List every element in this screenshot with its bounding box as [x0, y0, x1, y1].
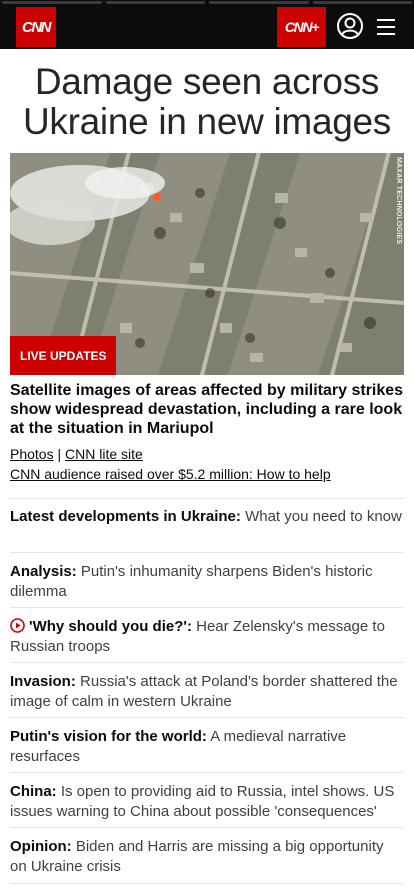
top-navigation-bar: CNN CNN+: [0, 0, 414, 49]
divider: [10, 662, 404, 663]
story-item[interactable]: China: Is open to providing aid to Russi…: [10, 782, 404, 822]
story-item[interactable]: Analysis: Putin's inhumanity sharpens Bi…: [10, 562, 404, 602]
cnn-logo[interactable]: CNN: [16, 7, 56, 47]
secondary-links: Photos | CNN lite site: [10, 445, 143, 463]
how-to-help-link[interactable]: CNN audience raised over $5.2 million: H…: [10, 465, 331, 483]
divider: [10, 827, 404, 828]
story-item-video[interactable]: 'Why should you die?': Hear Zelensky's m…: [10, 617, 404, 657]
story-label: China:: [10, 783, 57, 800]
story-item[interactable]: Putin's vision for the world: A medieval…: [10, 727, 404, 767]
story-label: Opinion:: [10, 838, 72, 855]
play-circle-icon: [10, 618, 25, 633]
live-updates-badge[interactable]: LIVE UPDATES: [10, 336, 117, 375]
story-label: Invasion:: [10, 673, 76, 690]
main-headline[interactable]: Damage seen across Ukraine in new images: [10, 62, 404, 142]
divider: [10, 552, 404, 553]
story-item[interactable]: Invasion: Russia's attack at Poland's bo…: [10, 672, 404, 712]
cnn-plus-button[interactable]: CNN+: [277, 7, 326, 47]
hamburger-menu-icon[interactable]: [372, 13, 400, 41]
story-label: 'Why should you die?':: [29, 618, 192, 635]
link-separator: |: [57, 446, 62, 462]
story-label: Analysis:: [10, 563, 77, 580]
divider: [10, 498, 404, 499]
story-text: Is open to providing aid to Russia, inte…: [10, 783, 395, 820]
story-progress-bar: [0, 0, 414, 5]
photos-link[interactable]: Photos: [10, 446, 54, 462]
image-credit: MAXAR TECHNOLOGIES: [395, 157, 402, 245]
divider: [10, 883, 404, 884]
story-text: What you need to know: [240, 508, 402, 525]
hero-satellite-image[interactable]: MAXAR TECHNOLOGIES LIVE UPDATES: [10, 153, 404, 375]
user-account-icon[interactable]: [335, 11, 365, 41]
story-item[interactable]: Latest developments in Ukraine: What you…: [10, 507, 404, 527]
story-item[interactable]: Opinion: Biden and Harris are missing a …: [10, 837, 404, 877]
cnn-lite-link[interactable]: CNN lite site: [65, 446, 143, 462]
divider: [10, 607, 404, 608]
divider: [10, 772, 404, 773]
divider: [10, 717, 404, 718]
story-label: Putin's vision for the world:: [10, 728, 207, 745]
hero-subheadline[interactable]: Satellite images of areas affected by mi…: [10, 381, 404, 438]
story-label: Latest developments in Ukraine:: [10, 508, 241, 525]
